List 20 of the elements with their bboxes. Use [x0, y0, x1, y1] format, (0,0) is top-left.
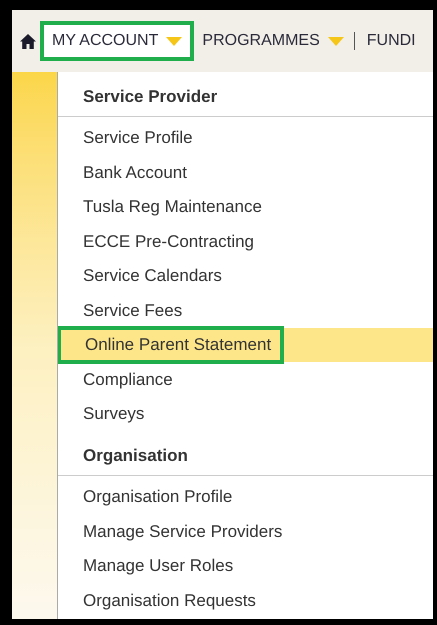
- caret-icon: [166, 36, 182, 46]
- caret-icon: [328, 36, 344, 46]
- nav-menu[interactable]: PROGRAMMES: [192, 23, 354, 59]
- section-heading: Service Provider: [58, 84, 433, 116]
- menu-item[interactable]: Service Profile: [58, 122, 203, 154]
- menu-item[interactable]: Organisation Requests: [58, 584, 266, 616]
- menu-item[interactable]: Compliance: [58, 364, 183, 395]
- menu-item[interactable]: Organisation Profile: [58, 481, 242, 512]
- menu-item[interactable]: Manage Service Providers: [58, 516, 292, 547]
- menu-item[interactable]: Service Fees: [58, 294, 192, 326]
- menu-item[interactable]: ECCE Pre-Contracting: [58, 226, 264, 257]
- menu-item[interactable]: Manage User Roles: [58, 550, 244, 582]
- nav-menu[interactable]: MY ACCOUNT: [42, 23, 192, 59]
- nav-menu[interactable]: FUNDI: [356, 23, 426, 59]
- menu-item[interactable]: Service Calendars: [58, 260, 232, 292]
- section-heading: Organisation: [58, 443, 433, 476]
- menu-item[interactable]: Tusla Reg Maintenance: [58, 191, 272, 222]
- home-icon[interactable]: [20, 34, 36, 48]
- menu-item[interactable]: Surveys: [58, 398, 154, 430]
- menu-item[interactable]: Bank Account: [58, 156, 197, 188]
